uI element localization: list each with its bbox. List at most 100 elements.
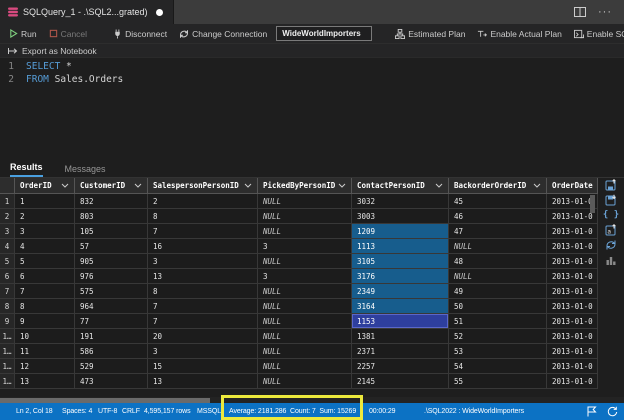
- disconnect-button[interactable]: Disconnect: [110, 29, 170, 39]
- notifications-icon[interactable]: [607, 406, 618, 417]
- grid-cell[interactable]: NULL: [258, 209, 352, 224]
- change-connection-button[interactable]: Change Connection: [176, 29, 270, 39]
- grid-cell[interactable]: 1153: [352, 314, 449, 329]
- column-header-backorderorderid[interactable]: BackorderOrderID: [449, 178, 547, 194]
- grid-cell[interactable]: 54: [449, 359, 547, 374]
- column-header-pickedbypersonid[interactable]: PickedByPersonID: [258, 178, 352, 194]
- grid-cell[interactable]: 13: [148, 374, 258, 389]
- grid-cell[interactable]: 77: [75, 314, 148, 329]
- row-number[interactable]: 9: [0, 314, 15, 329]
- row-number[interactable]: 7: [0, 284, 15, 299]
- grid-cell[interactable]: 2: [15, 209, 75, 224]
- grid-cell[interactable]: NULL: [258, 224, 352, 239]
- tab-messages[interactable]: Messages: [65, 164, 106, 177]
- split-editor-icon[interactable]: [574, 7, 586, 17]
- row-number[interactable]: 5: [0, 254, 15, 269]
- feedback-icon[interactable]: [587, 406, 597, 417]
- grid-cell[interactable]: 575: [75, 284, 148, 299]
- grid-cell[interactable]: 2371: [352, 344, 449, 359]
- tab-results[interactable]: Results: [10, 162, 43, 177]
- grid-cell[interactable]: 9: [15, 314, 75, 329]
- more-actions-icon[interactable]: ···: [598, 6, 612, 18]
- row-number[interactable]: 1: [0, 194, 15, 209]
- grid-cell[interactable]: 1209: [352, 224, 449, 239]
- row-number[interactable]: 3: [0, 224, 15, 239]
- row-number[interactable]: 1…: [0, 329, 15, 344]
- grid-cell[interactable]: 20: [148, 329, 258, 344]
- grid-cell[interactable]: 53: [449, 344, 547, 359]
- grid-cell[interactable]: 8: [15, 299, 75, 314]
- cancel-button[interactable]: Cancel: [46, 29, 90, 39]
- grid-cell[interactable]: 5: [15, 254, 75, 269]
- selection-summary[interactable]: Average: 2181.286 Count: 7 Sum: 15269: [229, 403, 356, 420]
- grid-cell[interactable]: 13: [15, 374, 75, 389]
- grid-cell[interactable]: 49: [449, 284, 547, 299]
- grid-cell[interactable]: NULL: [258, 329, 352, 344]
- grid-cell[interactable]: 7: [148, 299, 258, 314]
- row-number[interactable]: 4: [0, 239, 15, 254]
- enable-sqlcmd-button[interactable]: Enable SQLCMD: [571, 29, 624, 39]
- export-notebook-link[interactable]: Export as Notebook: [22, 46, 97, 56]
- grid-cell[interactable]: 803: [75, 209, 148, 224]
- refresh-icon[interactable]: [605, 239, 618, 251]
- grid-cell[interactable]: 3: [258, 269, 352, 284]
- grid-cell[interactable]: 529: [75, 359, 148, 374]
- grid-cell[interactable]: 832: [75, 194, 148, 209]
- grid-cell[interactable]: 2013-01-0: [547, 224, 598, 239]
- cursor-position[interactable]: Ln 2, Col 18: [16, 403, 53, 420]
- language-mode[interactable]: MSSQL: [197, 403, 221, 420]
- grid-cell[interactable]: 2257: [352, 359, 449, 374]
- grid-cell[interactable]: 3: [258, 239, 352, 254]
- column-header-salespersonpersonid[interactable]: SalespersonPersonID: [148, 178, 258, 194]
- grid-corner-cell[interactable]: [0, 178, 15, 194]
- grid-cell[interactable]: 2013-01-0: [547, 269, 598, 284]
- grid-cell[interactable]: 3164: [352, 299, 449, 314]
- grid-cell[interactable]: NULL: [449, 239, 547, 254]
- grid-cell[interactable]: 51: [449, 314, 547, 329]
- grid-cell[interactable]: 2013-01-0: [547, 239, 598, 254]
- grid-cell[interactable]: NULL: [258, 344, 352, 359]
- grid-cell[interactable]: 2013-01-0: [547, 254, 598, 269]
- column-header-contactpersonid[interactable]: ContactPersonID: [352, 178, 449, 194]
- grid-cell[interactable]: 8: [148, 284, 258, 299]
- grid-cell[interactable]: NULL: [258, 284, 352, 299]
- grid-cell[interactable]: 16: [148, 239, 258, 254]
- grid-cell[interactable]: 52: [449, 329, 547, 344]
- save-xml-icon[interactable]: a: [605, 224, 618, 236]
- column-header-customerid[interactable]: CustomerID: [75, 178, 148, 194]
- row-count[interactable]: 4,595,157 rows: [144, 403, 191, 420]
- row-number[interactable]: 1…: [0, 359, 15, 374]
- row-number[interactable]: 2: [0, 209, 15, 224]
- grid-cell[interactable]: 13: [148, 269, 258, 284]
- save-json-icon[interactable]: { }: [603, 209, 619, 221]
- grid-cell[interactable]: 46: [449, 209, 547, 224]
- grid-cell[interactable]: 48: [449, 254, 547, 269]
- grid-cell[interactable]: 8: [148, 209, 258, 224]
- grid-cell[interactable]: 7: [148, 314, 258, 329]
- grid-cell[interactable]: 105: [75, 224, 148, 239]
- grid-cell[interactable]: 11: [15, 344, 75, 359]
- row-number[interactable]: 8: [0, 299, 15, 314]
- row-number[interactable]: 1…: [0, 344, 15, 359]
- enable-actual-plan-button[interactable]: Enable Actual Plan: [474, 29, 564, 39]
- save-csv-icon[interactable]: [605, 179, 618, 191]
- grid-cell[interactable]: 10: [15, 329, 75, 344]
- grid-cell[interactable]: 4: [15, 239, 75, 254]
- grid-cell[interactable]: 7: [15, 284, 75, 299]
- column-header-orderid[interactable]: OrderID: [15, 178, 75, 194]
- grid-cell[interactable]: 12: [15, 359, 75, 374]
- row-number[interactable]: 6: [0, 269, 15, 284]
- unsaved-dot-icon[interactable]: [155, 8, 163, 16]
- grid-cell[interactable]: 3032: [352, 194, 449, 209]
- grid-cell[interactable]: 6: [15, 269, 75, 284]
- grid-cell[interactable]: 50: [449, 299, 547, 314]
- grid-cell[interactable]: 3: [15, 224, 75, 239]
- row-number[interactable]: 1…: [0, 374, 15, 389]
- grid-cell[interactable]: 2013-01-0: [547, 284, 598, 299]
- grid-cell[interactable]: 2013-01-0: [547, 299, 598, 314]
- grid-cell[interactable]: 2145: [352, 374, 449, 389]
- grid-cell[interactable]: 1381: [352, 329, 449, 344]
- grid-cell[interactable]: NULL: [258, 374, 352, 389]
- grid-cell[interactable]: 57: [75, 239, 148, 254]
- grid-cell[interactable]: 3: [148, 254, 258, 269]
